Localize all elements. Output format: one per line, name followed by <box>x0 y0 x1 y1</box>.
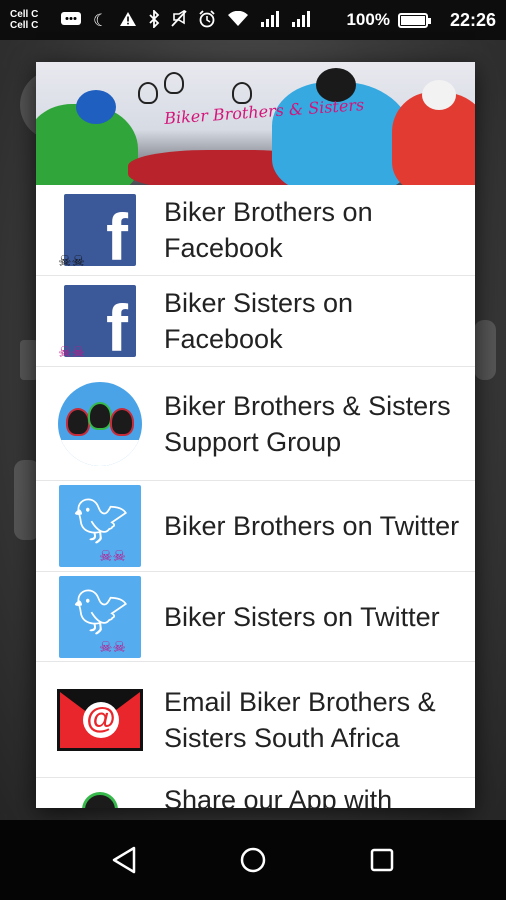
banner-image: Biker Brothers & Sisters <box>36 62 475 185</box>
menu-item-label: Share our App with <box>164 785 393 808</box>
battery-level <box>400 15 425 25</box>
menu-item-sisters-twitter[interactable]: 🐦︎ ☠☠ Biker Sisters on Twitter <box>36 572 475 662</box>
status-bar: Cell C Cell C ☾ 100% 22:26 <box>0 0 506 40</box>
menu-item-email[interactable]: @ Email Biker Brothers & Sisters South A… <box>36 662 475 778</box>
menu-item-label: Biker Brothers on Facebook <box>164 197 373 263</box>
menu-item-label: Biker Brothers & Sisters Support Group <box>164 390 451 457</box>
moon-icon: ☾ <box>93 10 109 30</box>
share-dialog: Biker Brothers & Sisters f ☠☠ Biker Broth… <box>36 62 475 808</box>
battery-icon <box>397 12 431 28</box>
menu-item-brothers-twitter[interactable]: 🐦︎ ☠☠ Biker Brothers on Twitter <box>36 481 475 572</box>
menu-item-sisters-facebook[interactable]: f ☠☠ Biker Sisters on Facebook <box>36 276 475 367</box>
twitter-icon: 🐦︎ ☠☠ <box>36 575 164 658</box>
menu-item-support-group[interactable]: Biker Brothers & Sisters Support Group <box>36 367 475 481</box>
facebook-icon: f ☠☠ <box>36 285 164 361</box>
signal-icon <box>291 10 311 30</box>
wifi-icon <box>227 10 249 30</box>
navigation-bar <box>0 820 506 900</box>
warning-icon <box>119 11 137 30</box>
helmets-group-icon <box>36 381 164 466</box>
share-icon <box>36 778 164 808</box>
notification-icons: ☾ <box>60 8 346 31</box>
bluetooth-icon <box>148 8 160 31</box>
menu-item-label: Biker Brothers on Twitter <box>164 511 460 541</box>
menu-item-share-app[interactable]: Share our App with <box>36 778 475 808</box>
facebook-icon: f ☠☠ <box>36 194 164 270</box>
alarm-icon <box>198 9 216 31</box>
battery-percent: 100% <box>346 10 390 29</box>
twitter-icon: 🐦︎ ☠☠ <box>36 485 164 567</box>
signal-icon <box>260 10 280 30</box>
carrier-label: Cell C Cell C <box>10 9 39 31</box>
back-icon[interactable] <box>109 845 139 875</box>
menu-item-label: Email Biker Brothers & Sisters South Afr… <box>164 686 436 753</box>
share-menu-list: f ☠☠ Biker Brothers on Facebook f ☠☠ Biker… <box>36 185 475 808</box>
menu-item-brothers-facebook[interactable]: f ☠☠ Biker Brothers on Facebook <box>36 185 475 276</box>
email-icon: @ <box>36 688 164 751</box>
clock: 22:26 <box>449 9 496 30</box>
home-icon[interactable] <box>238 845 268 875</box>
menu-item-label: Biker Sisters on Twitter <box>164 601 440 632</box>
recents-icon[interactable] <box>367 845 397 875</box>
chat-icon <box>60 11 82 30</box>
mute-icon <box>171 9 187 31</box>
menu-item-label: Biker Sisters on Facebook <box>164 288 354 354</box>
